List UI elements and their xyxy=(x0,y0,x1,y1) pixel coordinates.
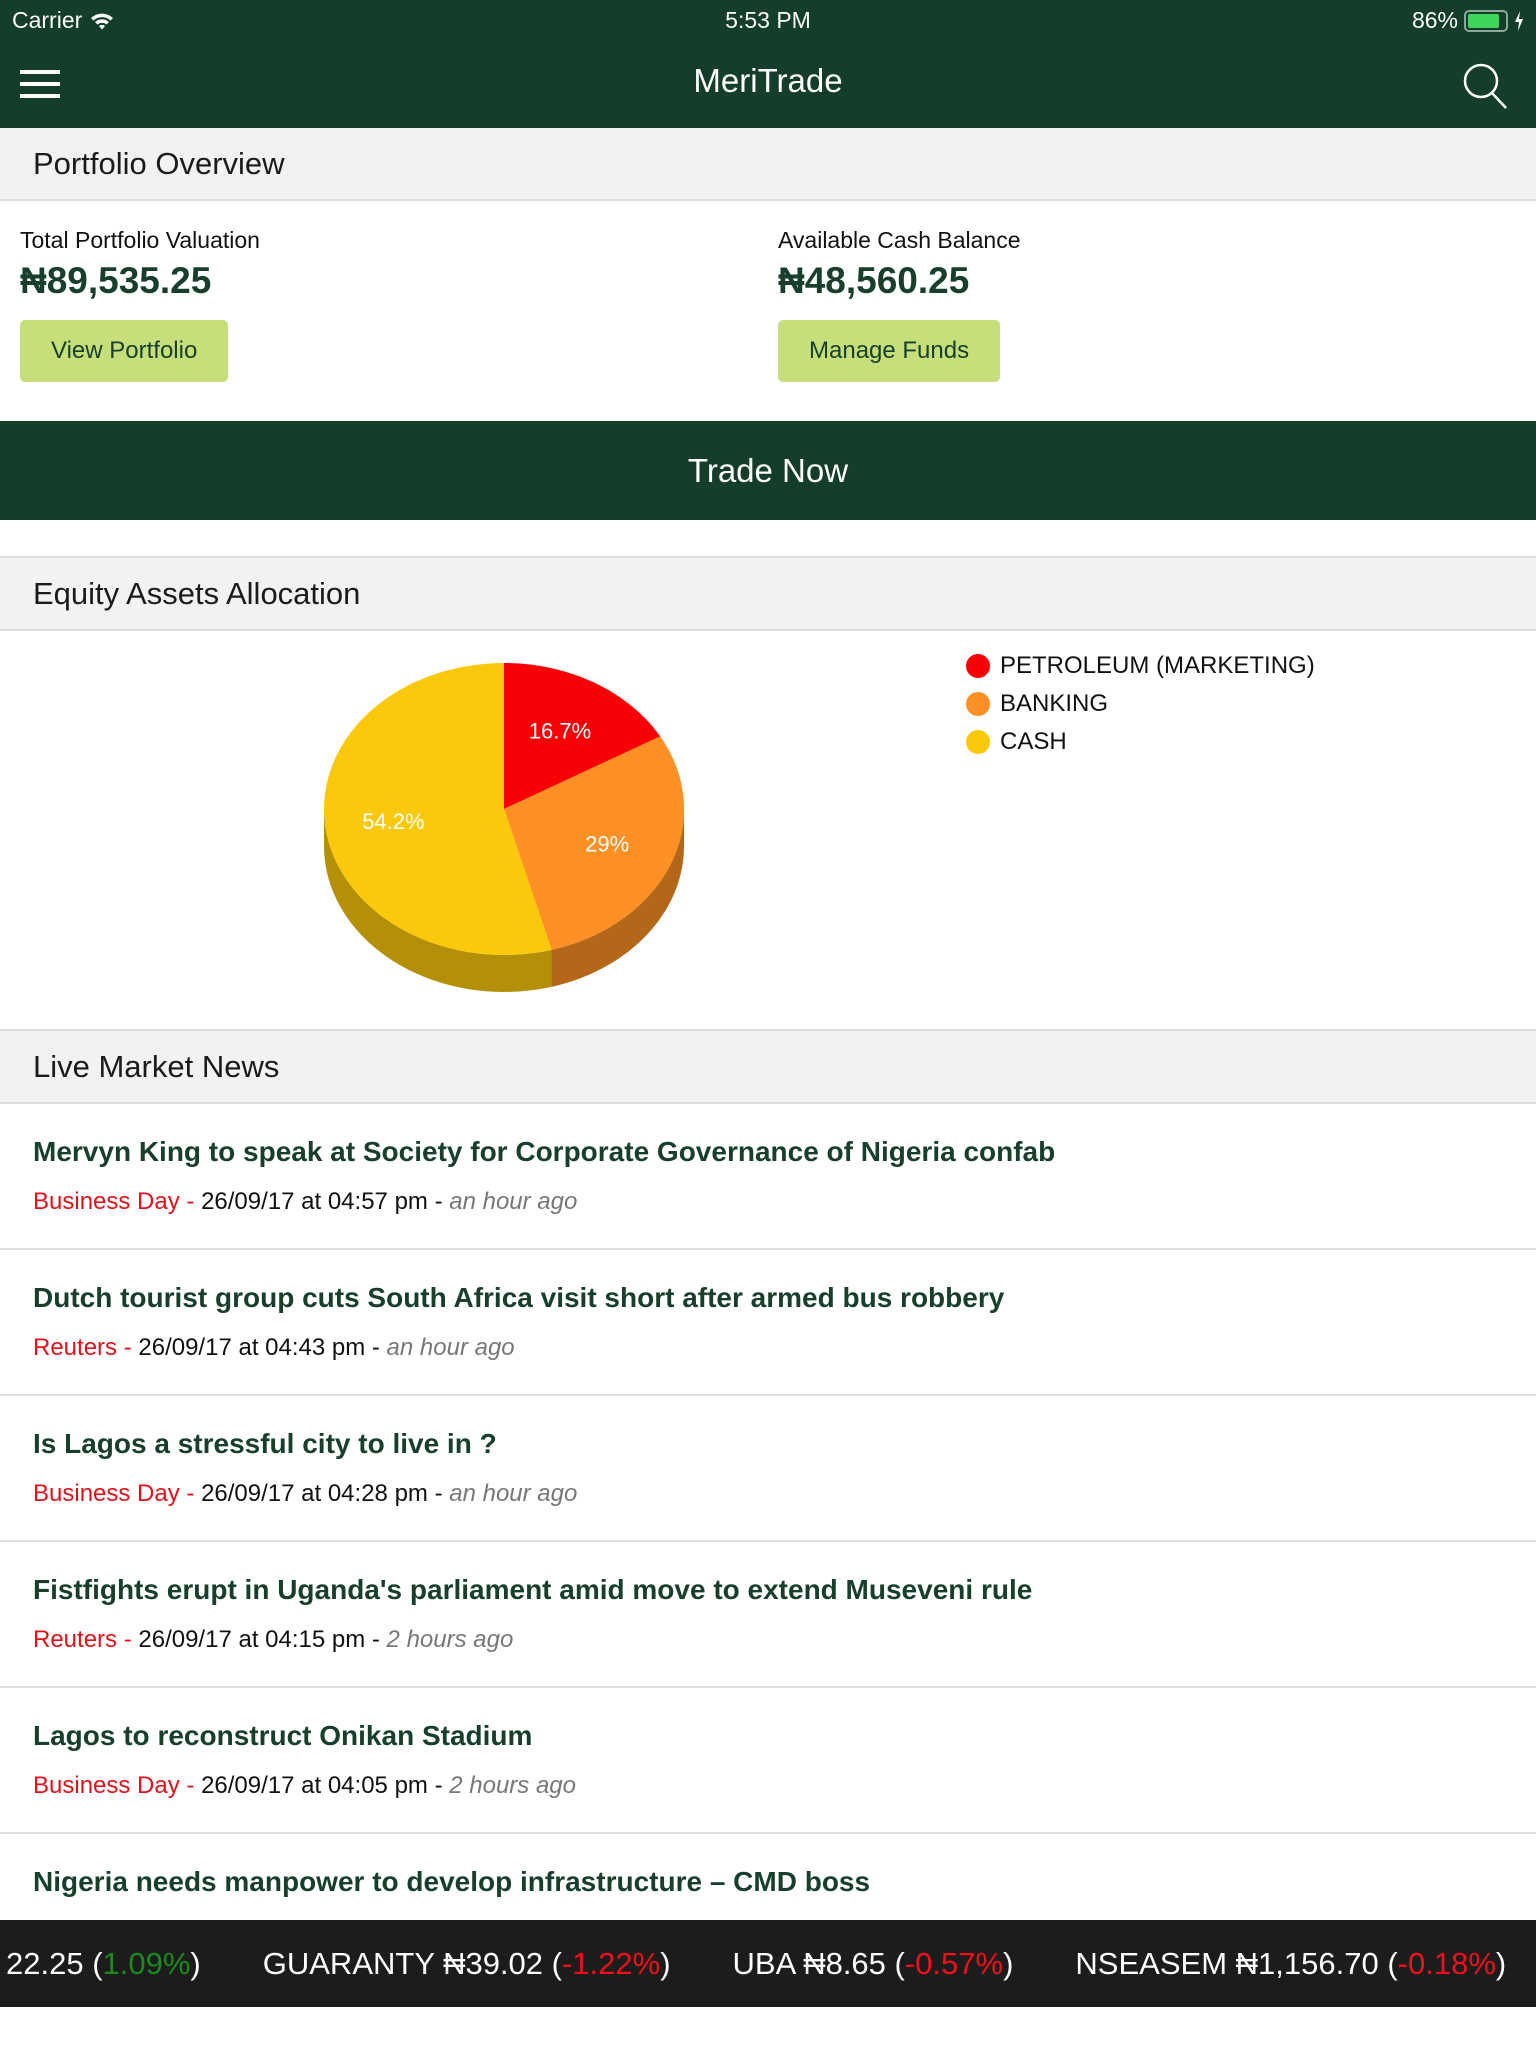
battery-percent: 86% xyxy=(1411,7,1458,33)
news-item[interactable]: Lagos to reconstruct Onikan Stadium Busin… xyxy=(0,1688,1536,1834)
news-item[interactable]: Is Lagos a stressful city to live in ? Bu… xyxy=(0,1396,1536,1542)
news-source: Reuters - xyxy=(33,1334,139,1361)
news-source: Reuters - xyxy=(33,1626,139,1653)
ticker-item[interactable]: 22.25 (1.09%) xyxy=(6,1946,201,1981)
ticker-symbol: GUARANTY xyxy=(262,1946,435,1981)
news-date: 26/09/17 at 04:15 pm xyxy=(138,1626,366,1653)
ticker-change: -0.18% xyxy=(1397,1946,1496,1981)
news-item[interactable]: Mervyn King to speak at Society for Corp… xyxy=(0,1104,1536,1250)
news-item[interactable]: Fistfights erupt in Uganda's parliament … xyxy=(0,1542,1536,1688)
news-title[interactable]: Dutch tourist group cuts South Africa vi… xyxy=(33,1282,1503,1314)
pie-slice-label: 54.2% xyxy=(362,809,424,834)
allocation-chart: 16.7% 29% 54.2% PETROLEUM (MARKETING) BANKI… xyxy=(0,631,1536,1029)
legend-label: BANKING xyxy=(1000,690,1109,717)
ticker-item[interactable]: NSEASEM ₦1,156.70 (-0.18%) xyxy=(1075,1946,1506,1981)
manage-funds-button[interactable]: Manage Funds xyxy=(778,320,1001,382)
ticker-symbol: NSEASEM xyxy=(1075,1946,1228,1981)
legend-swatch xyxy=(966,654,990,678)
news-title[interactable]: Is Lagos a stressful city to live in ? xyxy=(33,1428,1503,1460)
clock: 5:53 PM xyxy=(725,7,811,33)
legend-swatch xyxy=(966,692,990,716)
ticker-price: ₦39.02 xyxy=(443,1946,544,1981)
ticker-change: -1.22% xyxy=(561,1946,661,1981)
news-source: Business Day - xyxy=(33,1188,202,1215)
ticker-change: 1.09% xyxy=(102,1946,191,1981)
legend-swatch xyxy=(966,730,990,754)
trade-now-button[interactable]: Trade Now xyxy=(0,421,1536,520)
legend-item: PETROLEUM (MARKETING) xyxy=(966,647,1315,685)
market-ticker: 22.25 (1.09%) GUARANTY ₦39.02 (-1.22%) UBA… xyxy=(0,1920,1536,2007)
ticker-change: -0.57% xyxy=(904,1946,1004,1981)
news-source: Business Day - xyxy=(33,1772,202,1799)
ticker-symbol: UBA xyxy=(732,1946,795,1981)
news-title[interactable]: Fistfights erupt in Uganda's parliament … xyxy=(33,1574,1503,1606)
app-title: MeriTrade xyxy=(693,62,843,99)
news-source: Business Day - xyxy=(33,1480,202,1507)
news-list: Mervyn King to speak at Society for Corp… xyxy=(0,1104,1536,1980)
cash-balance-amount: ₦48,560.25 xyxy=(778,260,970,301)
news-heading: Live Market News xyxy=(0,1029,1536,1104)
app-header: Carrier 5:53 PM 86% MeriTrade xyxy=(0,0,1536,128)
news-age: an hour ago xyxy=(449,1188,578,1215)
news-date: 26/09/17 at 04:05 pm xyxy=(201,1772,428,1799)
chart-legend: PETROLEUM (MARKETING) BANKING CASH xyxy=(966,647,1315,761)
news-date: 26/09/17 at 04:28 pm xyxy=(201,1480,428,1507)
news-title[interactable]: Mervyn King to speak at Society for Corp… xyxy=(33,1136,1503,1168)
valuation-amount: ₦89,535.25 xyxy=(20,260,212,301)
ticker-price: 22.25 xyxy=(6,1946,84,1981)
news-date: 26/09/17 at 04:57 pm xyxy=(201,1188,428,1215)
charging-icon xyxy=(1515,10,1523,31)
search-icon[interactable] xyxy=(1460,60,1510,110)
status-bar: Carrier 5:53 PM 86% xyxy=(0,0,1536,40)
ticker-price: ₦8.65 xyxy=(803,1946,886,1981)
pie-slice-label: 16.7% xyxy=(529,719,591,744)
ticker-price: ₦1,156.70 xyxy=(1235,1946,1379,1981)
cash-balance-label: Available Cash Balance xyxy=(778,227,1021,253)
pie-chart: 16.7% 29% 54.2% xyxy=(324,663,684,992)
news-age: an hour ago xyxy=(386,1334,515,1361)
news-age: 2 hours ago xyxy=(449,1772,576,1799)
news-item[interactable]: Dutch tourist group cuts South Africa vi… xyxy=(0,1250,1536,1396)
news-title[interactable]: Lagos to reconstruct Onikan Stadium xyxy=(33,1720,1503,1752)
news-age: 2 hours ago xyxy=(386,1626,514,1653)
legend-item: CASH xyxy=(966,723,1315,761)
news-age: an hour ago xyxy=(449,1480,578,1507)
portfolio-summary: Total Portfolio Valuation ₦89,535.25 Vie… xyxy=(0,201,1536,421)
legend-item: BANKING xyxy=(966,685,1315,723)
valuation-label: Total Portfolio Valuation xyxy=(20,227,260,253)
allocation-heading: Equity Assets Allocation xyxy=(0,556,1536,631)
news-date: 26/09/17 at 04:43 pm xyxy=(138,1334,366,1361)
ticker-item[interactable]: UBA ₦8.65 (-0.57%) xyxy=(733,1946,1014,1981)
legend-label: CASH xyxy=(1000,728,1067,755)
view-portfolio-button[interactable]: View Portfolio xyxy=(20,320,229,382)
legend-label: PETROLEUM (MARKETING) xyxy=(1000,652,1315,679)
pie-slice-label: 29% xyxy=(585,832,629,857)
news-title[interactable]: Nigeria needs manpower to develop infras… xyxy=(33,1866,1503,1898)
battery-icon xyxy=(1464,9,1508,32)
portfolio-overview-heading: Portfolio Overview xyxy=(0,128,1536,201)
ticker-item[interactable]: GUARANTY ₦39.02 (-1.22%) xyxy=(263,1946,671,1981)
